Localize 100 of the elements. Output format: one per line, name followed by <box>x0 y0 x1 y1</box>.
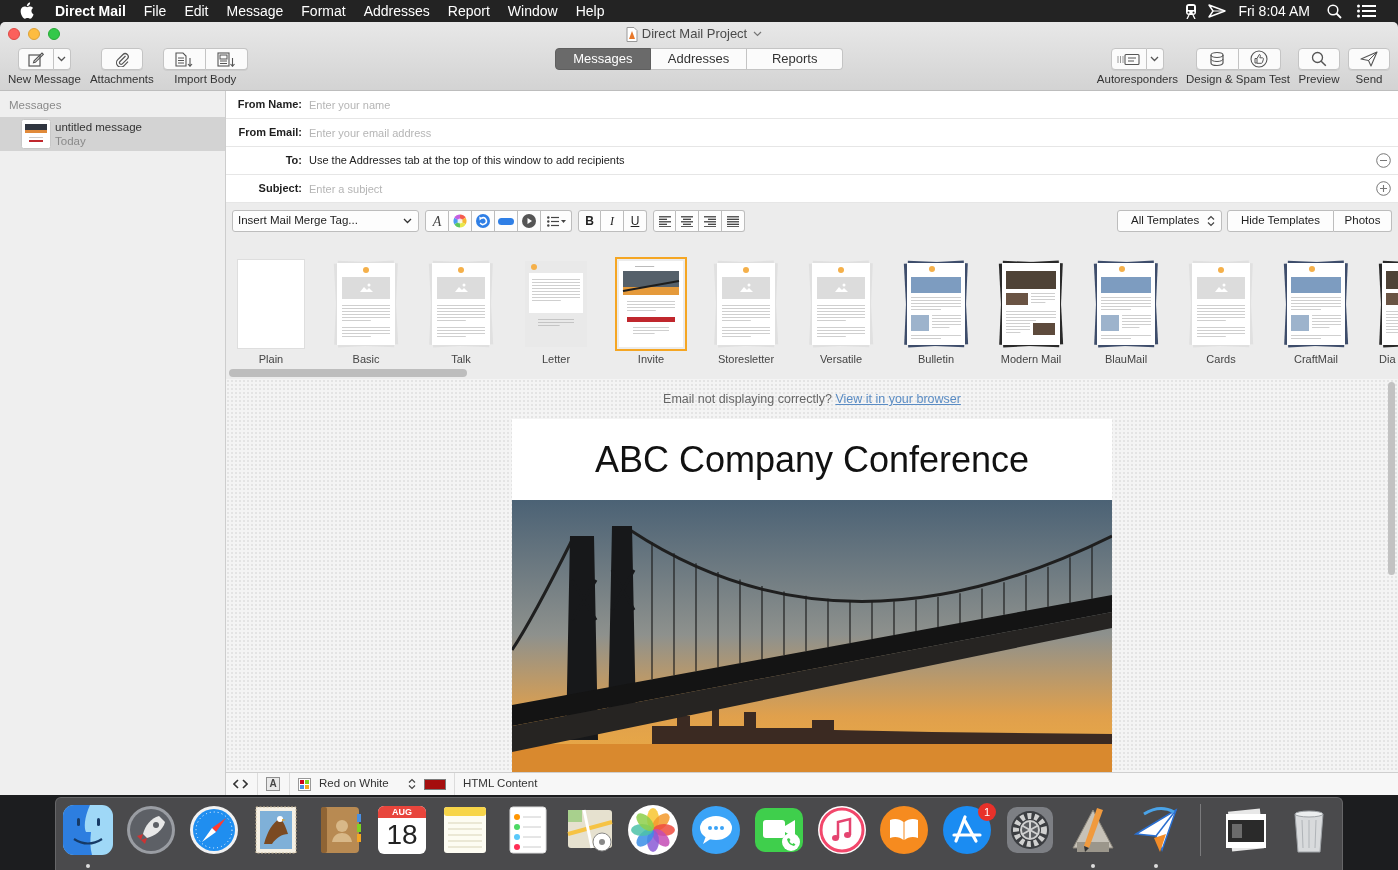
template-item[interactable]: Bulletin <box>900 257 972 366</box>
import-text-button[interactable] <box>162 48 206 70</box>
subject-field[interactable]: Enter a subject <box>309 178 1369 199</box>
color-scheme-popup[interactable]: Red on White <box>298 772 416 795</box>
template-item[interactable]: Invite <box>615 257 687 366</box>
from-name-field[interactable]: Enter your name <box>309 94 1398 115</box>
app-menu[interactable]: Direct Mail <box>55 0 126 22</box>
link-button[interactable] <box>472 210 495 232</box>
field-label: From Email: <box>238 125 302 141</box>
toolbar-label[interactable]: Import Body <box>174 72 237 86</box>
justify-button[interactable] <box>722 210 745 232</box>
tab[interactable]: Reports <box>747 48 844 70</box>
music-note-icon[interactable] <box>815 804 868 856</box>
updown-chevron-icon <box>1207 215 1215 227</box>
close-button[interactable] <box>8 28 20 40</box>
menu-bar-clock[interactable]: Fri 8:04 AM <box>1238 0 1310 22</box>
menu-item[interactable]: Edit <box>184 0 209 22</box>
code-icon[interactable] <box>233 779 248 789</box>
toolbar-label[interactable]: Autoresponders <box>1096 72 1178 86</box>
menu-item[interactable]: Message <box>226 0 284 22</box>
menu-item[interactable]: Window <box>507 0 558 22</box>
card-lines-icon <box>1117 52 1141 66</box>
compass-icon[interactable] <box>187 804 240 856</box>
calendar-icon[interactable]: AUG 18 <box>378 806 426 854</box>
toolbar-label[interactable]: Design & Spam Test <box>1186 72 1290 86</box>
template-item[interactable]: BlauMail <box>1090 257 1162 366</box>
open-book-icon[interactable] <box>878 804 931 856</box>
notification-badge: 1 <box>978 803 997 821</box>
pinwheel-icon[interactable] <box>627 804 680 856</box>
chevron-down-icon[interactable] <box>753 31 763 37</box>
toolbar-label[interactable]: Preview <box>1298 72 1340 86</box>
send-button[interactable] <box>1348 48 1390 70</box>
smiley-face-icon[interactable] <box>62 804 114 856</box>
design-button[interactable] <box>1195 48 1239 70</box>
template-item[interactable]: Dia <box>1375 257 1398 366</box>
import-html-button[interactable] <box>205 48 248 70</box>
document-image-arrow-icon <box>216 51 236 67</box>
template-item[interactable]: Modern Mail <box>995 257 1067 366</box>
plus-circle-icon[interactable] <box>1376 181 1391 196</box>
toolbar-label[interactable]: New Message <box>8 72 81 86</box>
attachments-button[interactable] <box>100 48 143 70</box>
color-swatch-icon[interactable] <box>424 778 446 790</box>
new-message-button[interactable] <box>17 48 54 70</box>
caret-icon <box>560 219 566 223</box>
align-center-button[interactable] <box>676 210 699 232</box>
crossed-sticks-icon[interactable] <box>941 804 994 856</box>
from-email-field[interactable]: Enter your email address <box>309 122 1398 143</box>
template-item[interactable]: Versatile <box>805 257 877 366</box>
vertical-scrollbar[interactable] <box>1388 382 1395 575</box>
search-icon[interactable] <box>1327 3 1342 19</box>
minus-circle-icon[interactable] <box>1376 153 1391 168</box>
template-item[interactable]: Cards <box>1185 257 1257 366</box>
merge-tag-dropdown[interactable]: Insert Mail Merge Tag... <box>232 210 419 232</box>
template-item[interactable]: Letter <box>520 257 592 366</box>
preview-button[interactable] <box>1298 48 1340 70</box>
align-right-button[interactable] <box>699 210 722 232</box>
field-label: To: <box>285 153 302 169</box>
template-item[interactable]: Basic <box>330 257 402 366</box>
align-left-button[interactable] <box>653 210 676 232</box>
font-button[interactable]: A <box>425 210 449 232</box>
toolbar-label[interactable]: Send <box>1355 72 1383 86</box>
template-filter-popup[interactable]: All Templates <box>1117 210 1222 232</box>
template-item[interactable]: Talk <box>425 257 497 366</box>
menu-item[interactable]: Report <box>447 0 490 22</box>
updown-chevron-icon <box>408 778 416 790</box>
rocket-icon[interactable] <box>124 804 177 856</box>
template-item[interactable]: Storesletter <box>710 257 782 366</box>
template-item[interactable]: Plain <box>235 257 307 366</box>
align-left-icon <box>658 215 671 227</box>
message-list-item[interactable]: untitled message Today <box>0 117 225 151</box>
insert-button-button[interactable] <box>495 210 518 232</box>
menu-item[interactable]: Addresses <box>363 0 430 22</box>
tab[interactable]: Addresses <box>650 48 748 70</box>
text-color-button[interactable] <box>449 210 472 232</box>
toolbar-text-button[interactable]: Photos <box>1334 210 1392 232</box>
field-label: Subject: <box>258 181 302 197</box>
paper-plane-icon[interactable] <box>1208 3 1227 19</box>
align-center-icon <box>681 215 693 227</box>
italic-button[interactable]: I <box>601 210 624 232</box>
chevron-down-icon <box>403 218 412 224</box>
email-heading: ABC Company Conference <box>594 438 1030 481</box>
speech-bubble-icon[interactable] <box>689 804 742 856</box>
video-button[interactable] <box>518 210 541 232</box>
autoresponders-button[interactable] <box>1110 48 1147 70</box>
font-toggle-button[interactable]: A <box>266 777 280 791</box>
spam-test-button[interactable] <box>1238 48 1281 70</box>
message-title: untitled message <box>55 120 142 134</box>
template-item[interactable]: CraftMail <box>1280 257 1352 366</box>
list-style-button[interactable] <box>541 210 572 232</box>
menu-item[interactable]: Format <box>301 0 346 22</box>
toolbar-label[interactable]: Attachments <box>89 72 154 86</box>
tab[interactable]: Messages <box>554 48 651 70</box>
list-icon[interactable] <box>1357 4 1376 18</box>
underline-button[interactable]: U <box>624 210 647 232</box>
menu-item[interactable]: Help <box>575 0 605 22</box>
apple-icon[interactable] <box>20 2 34 19</box>
menu-item[interactable]: File <box>143 0 167 22</box>
toolbar-text-button[interactable]: Hide Templates <box>1227 210 1334 232</box>
bold-button[interactable]: B <box>578 210 601 232</box>
horizontal-scrollbar[interactable] <box>229 369 467 377</box>
